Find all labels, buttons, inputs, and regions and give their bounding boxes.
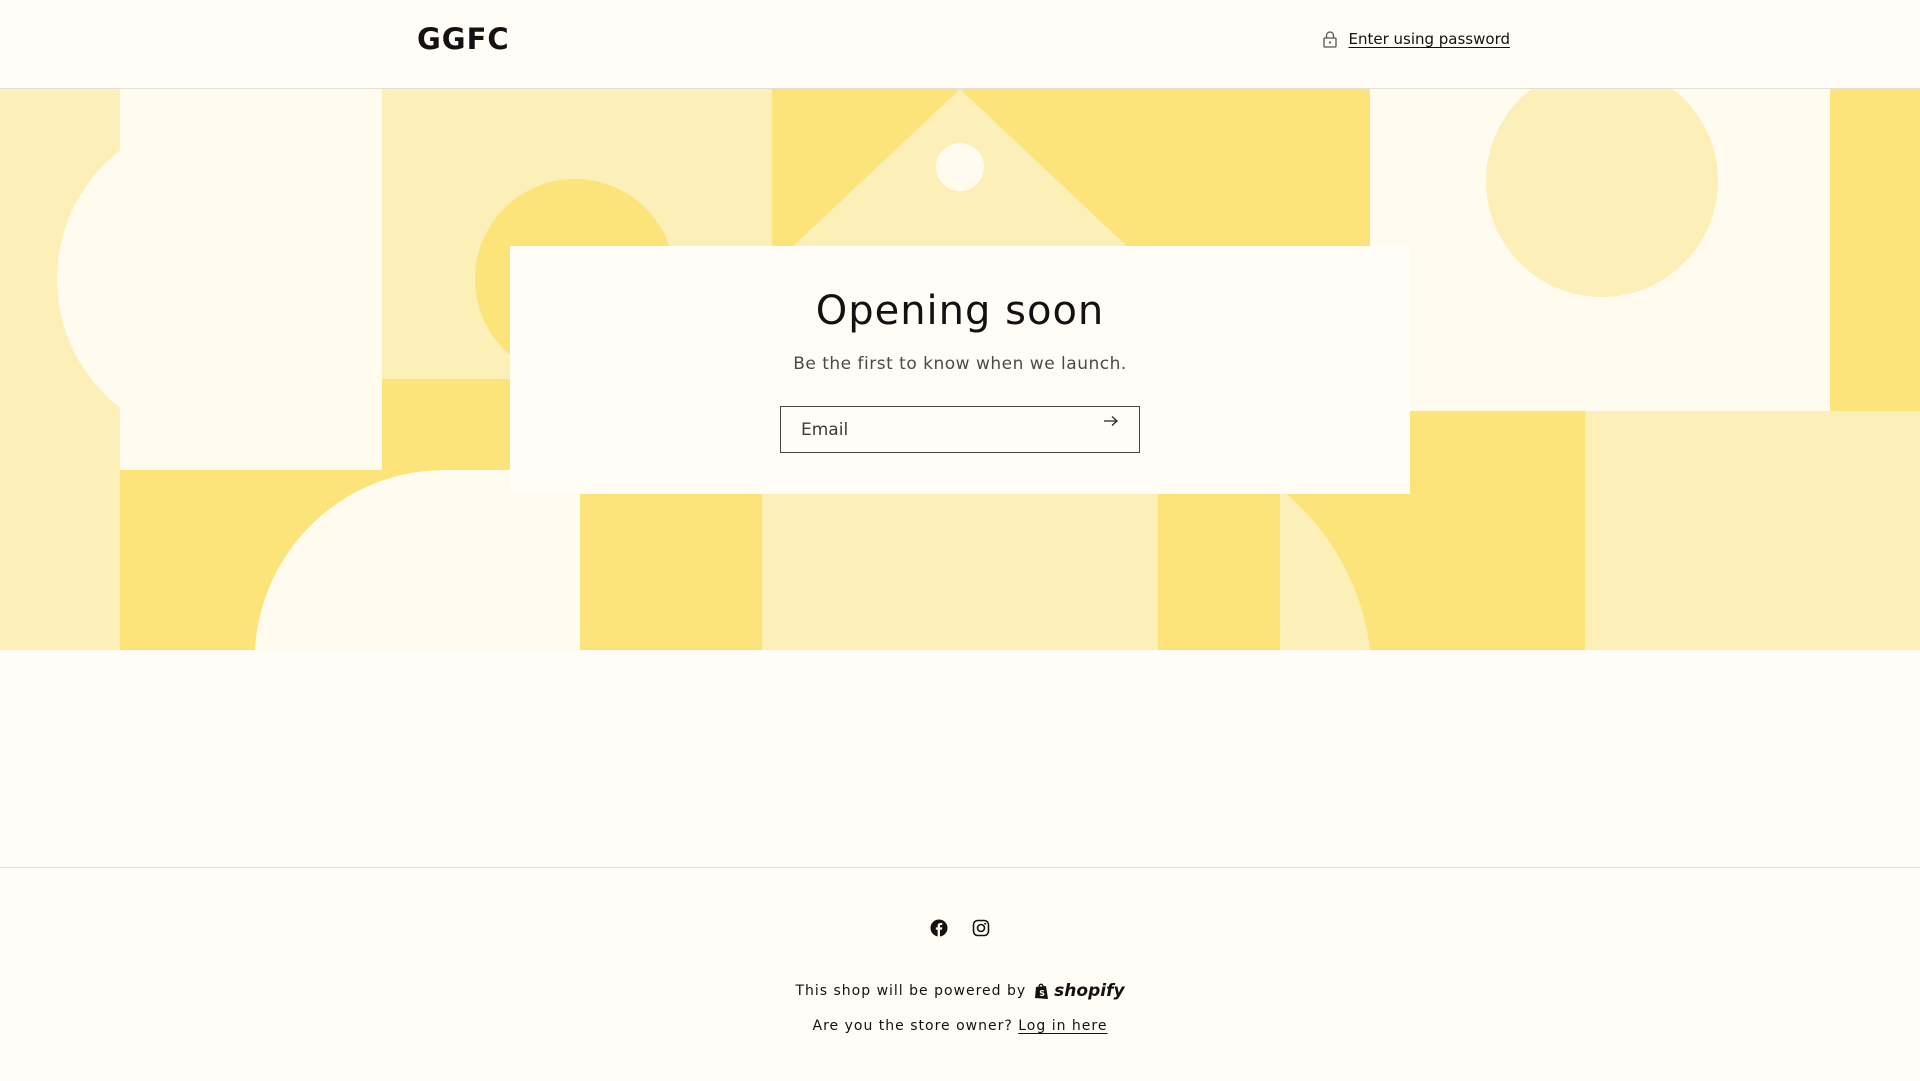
shopify-bag-icon: S xyxy=(1035,983,1049,999)
instagram-link[interactable] xyxy=(971,918,991,938)
store-owner-prompt: Are you the store owner? xyxy=(812,1018,1013,1034)
powered-by: This shop will be powered by S shopify xyxy=(0,981,1920,1001)
email-form xyxy=(780,406,1140,453)
page-title: Opening soon xyxy=(815,288,1105,334)
enter-password-label: Enter using password xyxy=(1348,30,1510,48)
facebook-icon xyxy=(930,919,948,937)
subscribe-button[interactable] xyxy=(1103,415,1133,443)
arrow-right-icon xyxy=(1104,416,1118,426)
social-links xyxy=(0,918,1920,938)
page-subtitle: Be the first to know when we launch. xyxy=(793,354,1127,374)
powered-by-text: This shop will be powered by xyxy=(795,983,1027,999)
email-input[interactable] xyxy=(781,406,1093,453)
store-logo[interactable]: GGFC xyxy=(417,22,510,56)
instagram-icon xyxy=(972,919,990,937)
shopify-logo[interactable]: S shopify xyxy=(1034,981,1125,1001)
hero-banner: Opening soon Be the first to know when w… xyxy=(0,89,1920,650)
svg-text:S: S xyxy=(1039,989,1046,998)
newsletter-card: Opening soon Be the first to know when w… xyxy=(510,246,1410,494)
facebook-link[interactable] xyxy=(929,918,949,938)
store-owner-line: Are you the store owner? Log in here xyxy=(0,1018,1920,1034)
site-footer: This shop will be powered by S shopify A… xyxy=(0,867,1920,1081)
enter-password-link[interactable]: Enter using password xyxy=(1322,30,1510,48)
shopify-wordmark: shopify xyxy=(1054,981,1125,1001)
login-link[interactable]: Log in here xyxy=(1018,1018,1107,1034)
site-header: GGFC Enter using password xyxy=(0,0,1920,89)
lock-icon xyxy=(1323,31,1338,48)
